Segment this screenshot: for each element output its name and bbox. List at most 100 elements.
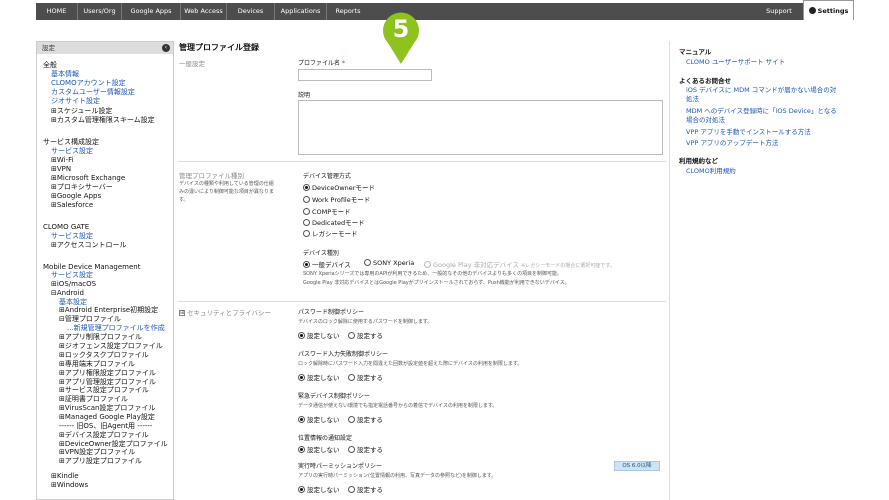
radio-selected-icon — [298, 445, 305, 453]
radio-selected-icon — [298, 331, 305, 339]
sidebar-item[interactable]: ⊞アプリ設定プロファイル — [59, 457, 142, 466]
sidebar-item[interactable]: カスタムユーザー情報設定 — [51, 88, 135, 97]
sidebar-item[interactable]: CLOMOアカウント設定 — [51, 79, 126, 88]
type-section-desc-3: す。 — [179, 197, 189, 203]
sidebar-item[interactable]: ------ 旧OS、旧Agent用 ------ — [59, 422, 152, 431]
sidebar-item[interactable]: サービス設定 — [51, 271, 93, 280]
type-section-desc-2: みの違いにより制御可能な項目が異なりま — [179, 189, 274, 195]
policy-title: 実行時パーミッションポリシー — [298, 463, 383, 470]
radio-deviceowner[interactable]: DeviceOwnerモード — [303, 182, 375, 192]
option-label: 設定しない — [307, 332, 340, 340]
sidebar-item[interactable]: ⊞カスタム管理権限スキーム設定 — [51, 116, 155, 125]
option-label: DeviceOwnerモード — [312, 184, 375, 192]
radio-set-off[interactable]: 設定しない — [298, 330, 340, 340]
radio-icon — [348, 445, 355, 453]
sidebar-item[interactable]: 基本情報 — [51, 70, 79, 79]
radio-set-off[interactable]: 設定しない — [298, 444, 340, 454]
radio-general-device[interactable]: 一般デバイス — [303, 259, 351, 269]
nav-settings[interactable]: Settings — [803, 0, 854, 20]
sidebar-item[interactable]: ⊞デバイス設定プロファイル — [59, 431, 149, 440]
sidebar-item[interactable]: ⊞VirusScan設定プロファイル — [59, 404, 155, 413]
faq-link-4[interactable]: VPP アプリのアップデート方法 — [686, 139, 778, 148]
sidebar-item[interactable]: ⊟管理プロファイル — [59, 315, 121, 324]
sidebar-item[interactable]: ⊞専用端末プロファイル — [59, 360, 135, 369]
nav-google-apps[interactable]: Google Apps — [122, 3, 181, 20]
divider — [178, 161, 666, 162]
sidebar-header: 設定 ‹ — [37, 42, 173, 54]
sidebar-item[interactable]: ⊞Managed Google Play設定 — [59, 413, 155, 422]
sidebar-item[interactable]: ⊟Android — [51, 289, 84, 298]
sidebar-item[interactable]: ⊞アクセスコントロール — [51, 241, 127, 250]
faq-heading: よくあるお問合せ — [679, 77, 731, 85]
sidebar-item[interactable]: ジオサイト設定 — [51, 97, 100, 106]
sidebar-item[interactable]: ⊞Windows — [51, 481, 88, 490]
faq-link-3[interactable]: VPP アプリを手動でインストールする方法 — [686, 128, 811, 137]
sidebar-item[interactable]: ⊞アプリ権限設定プロファイル — [59, 369, 156, 378]
nav-devices[interactable]: Devices — [227, 3, 275, 20]
option-label: 一般デバイス — [312, 261, 351, 269]
radio-comp[interactable]: COMPモード — [303, 206, 351, 216]
radio-set-off[interactable]: 設定しない — [298, 414, 340, 424]
top-navigation: HOME Users/Org Google Apps Web Access De… — [0, 0, 889, 22]
radio-set-on[interactable]: 設定する — [348, 444, 383, 454]
sidebar-item[interactable]: サービス設定 — [51, 232, 93, 241]
radio-no-google-play[interactable]: Google Play 非対応デバイス ※レガシーモードの場合に選択可能です。 — [424, 259, 615, 269]
radio-set-off[interactable]: 設定しない — [298, 484, 340, 494]
option-label: Dedicatedモード — [312, 219, 365, 227]
radio-set-on[interactable]: 設定する — [348, 372, 383, 382]
radio-icon — [348, 373, 355, 381]
sidebar-item[interactable]: ⊞Google Apps — [51, 192, 101, 201]
terms-link[interactable]: CLOMO利用規約 — [686, 167, 736, 176]
terms-heading: 利用規約など — [679, 157, 718, 165]
description-textarea[interactable] — [298, 100, 663, 155]
profile-name-input[interactable] — [298, 69, 432, 81]
nav-users-org[interactable]: Users/Org — [78, 3, 122, 20]
policy-description: ロック解除時にパスワード入力を間違えた回数が設定値を超えた際にデバイスの利用を制… — [298, 361, 523, 367]
sidebar-item[interactable]: サービス設定 — [51, 147, 93, 156]
collapse-icon[interactable]: ‹ — [162, 44, 170, 52]
sidebar-item[interactable]: ⊞証明書プロファイル — [59, 395, 128, 404]
radio-sony-xperia[interactable]: SONY Xperia — [364, 258, 415, 267]
nav-reports[interactable]: Reports — [327, 3, 369, 20]
sidebar-item[interactable]: ⊞Salesforce — [51, 201, 93, 210]
security-section-label[interactable]: ⊞ セキュリティとプライバシー — [179, 307, 271, 317]
sidebar-item[interactable]: ⊞Microsoft Exchange — [51, 174, 125, 183]
option-label: 設定する — [357, 374, 383, 382]
nav-applications[interactable]: Applications — [275, 3, 327, 20]
faq-link-1-cont[interactable]: 処法 — [686, 95, 699, 104]
sidebar-item[interactable]: ⊞スケジュール設定 — [51, 107, 112, 116]
radio-set-on[interactable]: 設定する — [348, 484, 383, 494]
option-label: Work Profileモード — [312, 196, 371, 204]
no-google-play-note: Google Play 非対応デバイスとはGoogle Playがプリインストー… — [303, 280, 570, 286]
sidebar-item[interactable]: ⊞Wi-Fi — [51, 156, 74, 165]
radio-set-on[interactable]: 設定する — [348, 330, 383, 340]
divider — [178, 301, 666, 302]
faq-link-2-cont[interactable]: 場合の対処法 — [686, 116, 725, 125]
sidebar-item[interactable]: ⊞プロキシサーバー — [51, 183, 113, 192]
faq-link-1[interactable]: iOS デバイスに MDM コマンドが届かない場合の対 — [686, 86, 836, 95]
sidebar-item[interactable]: ⊞ロックタスクプロファイル — [59, 351, 149, 360]
manual-link[interactable]: CLOMO ユーザーサポート サイト — [686, 58, 785, 67]
radio-set-off[interactable]: 設定しない — [298, 372, 340, 382]
nav-web-access[interactable]: Web Access — [181, 3, 227, 20]
sidebar-item[interactable]: ⊞ジオフェンス設定プロファイル — [59, 342, 163, 351]
radio-workprofile[interactable]: Work Profileモード — [303, 194, 370, 204]
sidebar-item[interactable]: ⊞VPN — [51, 165, 71, 174]
option-label: SONY Xperia — [373, 259, 415, 267]
step-number: 5 — [393, 15, 410, 43]
nav-support[interactable]: Support — [758, 3, 800, 20]
sidebar-item[interactable]: ⊞iOS/macOS — [51, 280, 96, 289]
radio-legacy[interactable]: レガシーモード — [303, 228, 358, 238]
radio-set-on[interactable]: 設定する — [348, 414, 383, 424]
nav-home[interactable]: HOME — [36, 3, 78, 20]
required-mark: * — [341, 60, 345, 67]
sidebar-item[interactable]: ⊞アプリ制限プロファイル — [59, 333, 142, 342]
sidebar-item[interactable]: ⊞VPN設定プロファイル — [59, 448, 135, 457]
type-section-label: 管理プロファイル種別 — [179, 172, 244, 180]
sidebar-item[interactable]: ⊞サービス設定プロファイル — [59, 386, 149, 395]
faq-link-2[interactable]: MDM へのデバイス登録時に「iOS Device」となる — [686, 107, 837, 116]
radio-dedicated[interactable]: Dedicatedモード — [303, 217, 365, 227]
sidebar-item[interactable]: ...新規管理プロファイルを作成 — [67, 324, 165, 333]
sidebar-item[interactable]: ⊞Android Enterprise初期設定 — [59, 306, 158, 315]
sidebar-item[interactable]: ⊞Kindle — [51, 472, 79, 481]
